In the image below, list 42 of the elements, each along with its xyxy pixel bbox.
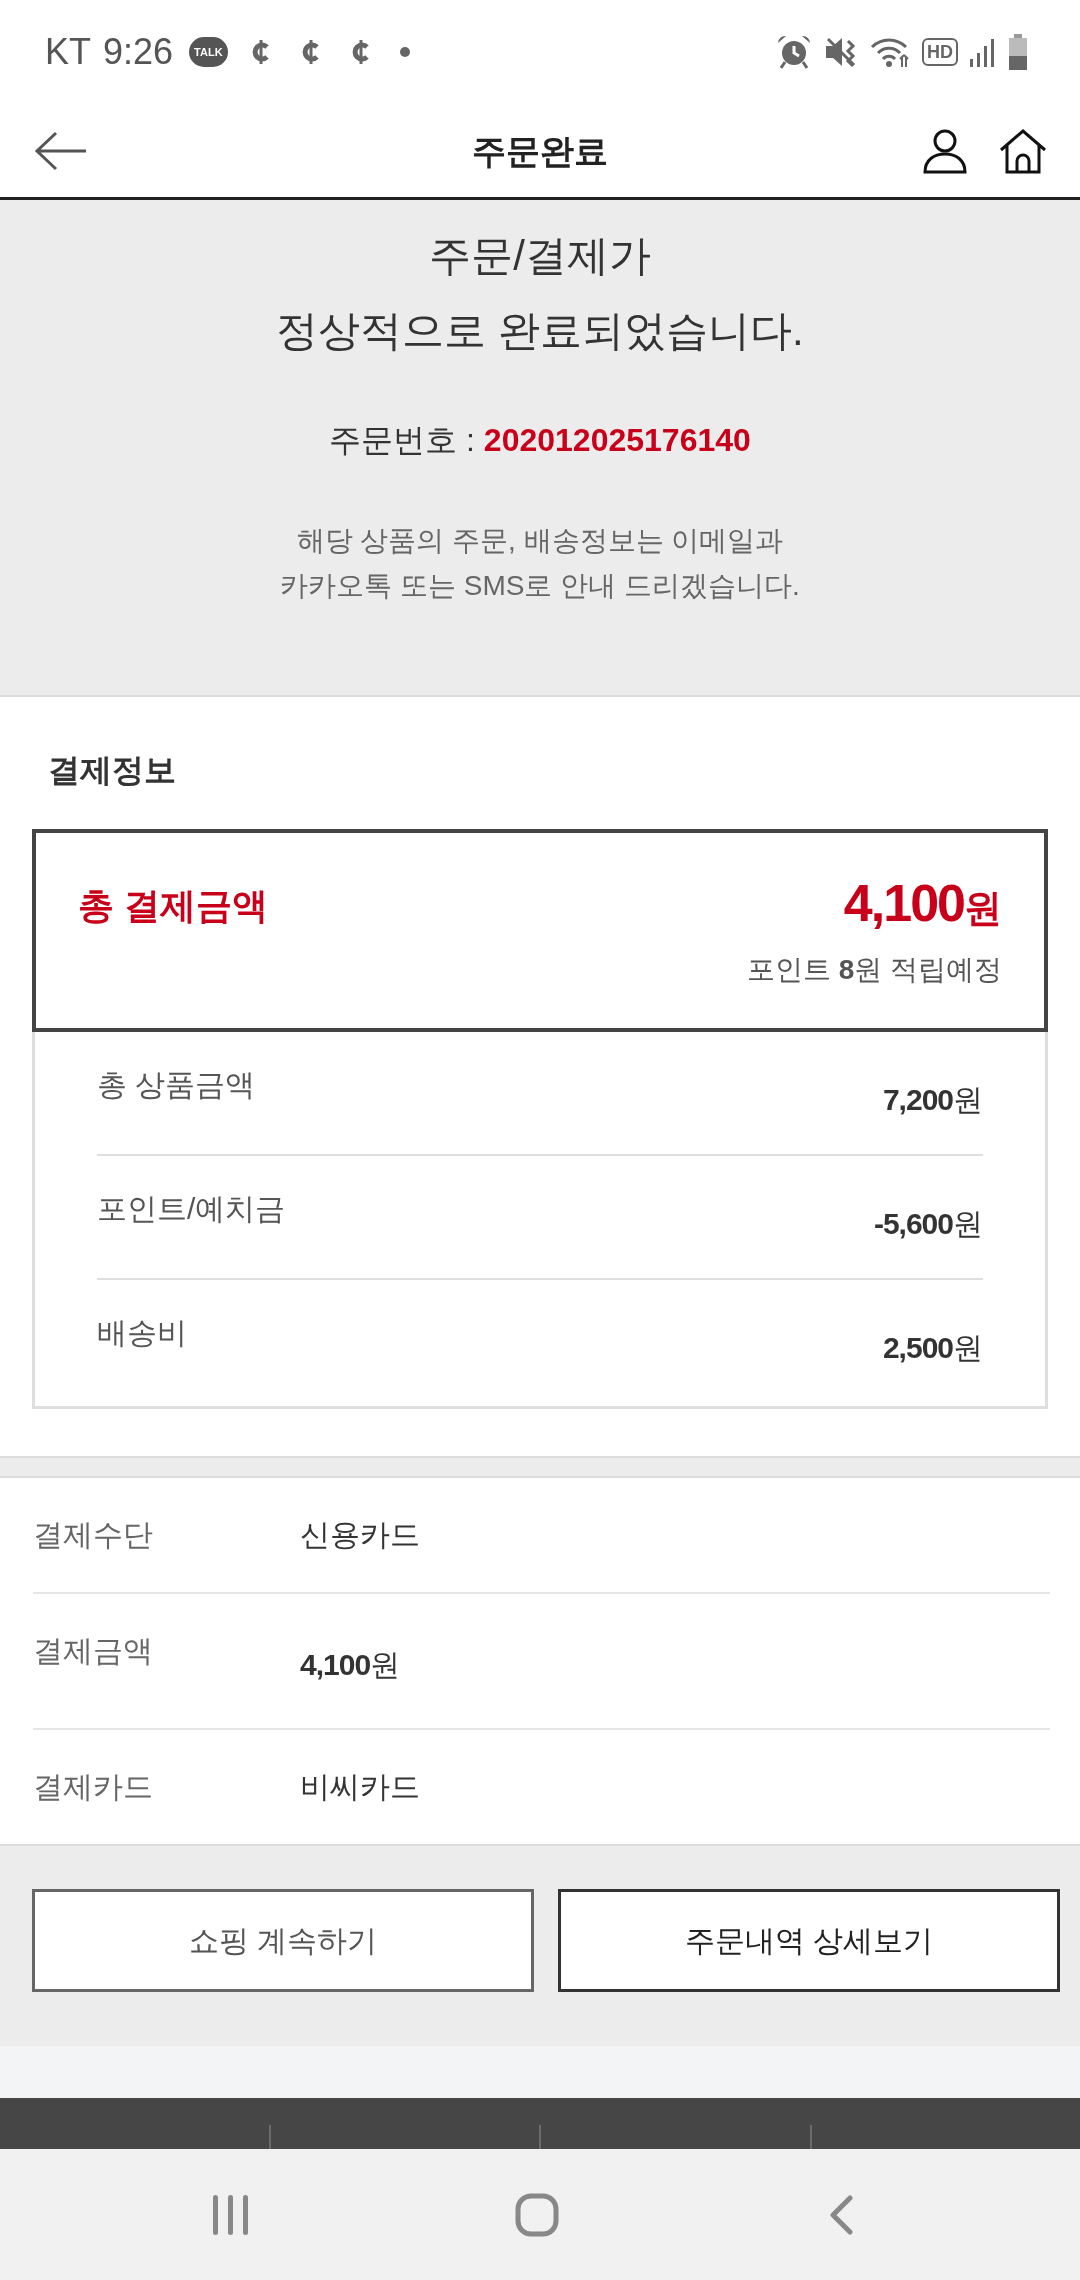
back-nav-button[interactable] (827, 2192, 855, 2237)
order-details-button[interactable]: 주문내역 상세보기 (558, 1889, 1060, 1992)
breakdown-label: 포인트/예치금 (97, 1191, 286, 1227)
continue-shopping-button[interactable]: 쇼핑 계속하기 (32, 1889, 534, 1992)
points-note: 포인트 8원 적립예정 (746, 953, 1002, 987)
breakdown-amount: 7,200원 (882, 1082, 983, 1118)
breakdown-amount: 2,500원 (882, 1330, 983, 1366)
payment-detail-value: 신용카드 (300, 1517, 420, 1553)
wifi-icon (870, 35, 910, 69)
notice-text: 해당 상품의 주문, 배송정보는 이메일과 카카오톡 또는 SMS로 안내 드리겠습니다. (280, 524, 800, 603)
home-button[interactable] (998, 126, 1048, 175)
mute-speaker-icon (824, 35, 858, 69)
back-arrow-icon (33, 130, 87, 171)
section-heading: 결제정보 (48, 751, 176, 790)
home-nav-button[interactable] (515, 2192, 559, 2237)
payment-detail-label: 결제카드 (33, 1769, 154, 1805)
page-title: 주문완료 (472, 130, 608, 172)
recent-apps-icon (212, 2194, 250, 2235)
payment-detail-label: 결제수단 (33, 1517, 154, 1553)
payment-detail-label: 결제금액 (33, 1633, 154, 1669)
breakdown-label: 배송비 (97, 1315, 187, 1351)
payment-amount-value: 4,100원 (300, 1647, 401, 1683)
battery-icon (1008, 34, 1028, 70)
chat-badge: TALK (189, 37, 228, 67)
breakdown-amount: -5,600원 (873, 1206, 983, 1242)
person-icon (922, 127, 968, 174)
total-payment-amount: 4,100원 (843, 873, 1002, 934)
chevron-left-icon (828, 2194, 854, 2235)
clock-text: 9:26 (103, 32, 174, 72)
recent-apps-button[interactable] (212, 2192, 250, 2237)
breakdown-label: 총 상품금액 (97, 1067, 256, 1103)
total-payment-label: 총 결제금액 (78, 884, 268, 928)
hd-badge: HD (922, 38, 958, 66)
carrier-text: KT (45, 32, 91, 72)
completion-message: 주문/결제가 정상적으로 완료되었습니다. (276, 231, 804, 356)
signal-bars-icon (970, 37, 996, 67)
home-icon (998, 127, 1048, 174)
rounded-square-icon (515, 2192, 559, 2237)
payment-detail-value: 비씨카드 (300, 1769, 420, 1805)
notification-dot-icon (399, 47, 410, 57)
alarm-clock-icon (776, 34, 812, 70)
order-number-text: 주문번호 : 202012025176140 (329, 421, 751, 460)
